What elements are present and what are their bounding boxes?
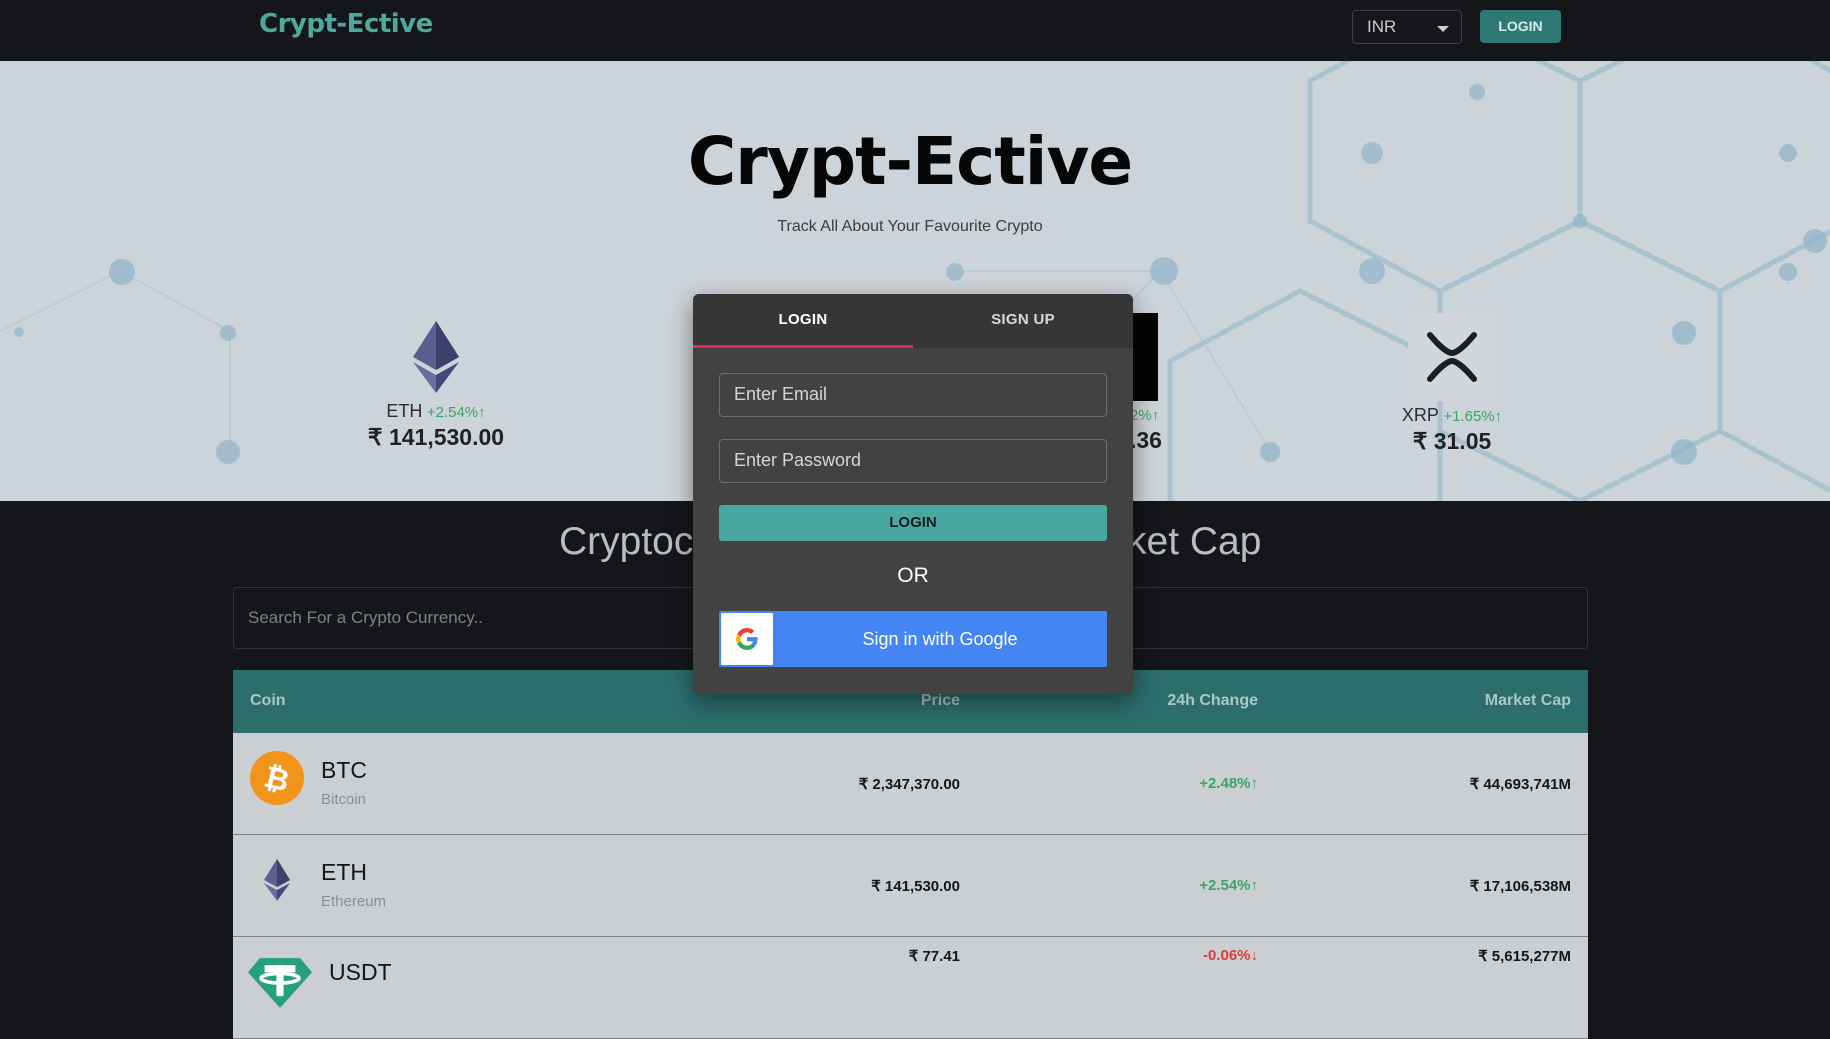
section-title-left: Cryptoc	[559, 520, 694, 563]
auth-modal: LOGIN SIGN UP Enter Email Enter Password…	[693, 294, 1133, 694]
arrow-down-icon: ↓	[1250, 947, 1259, 964]
google-signin-button[interactable]: Sign in with Google	[719, 611, 1107, 667]
tab-indicator	[693, 345, 913, 348]
arrow-up-icon: ↑	[1250, 877, 1259, 894]
coin-name: Bitcoin	[321, 791, 367, 808]
coin-change: -0.06%↓	[1202, 947, 1259, 964]
header-market-cap[interactable]: Market Cap	[1485, 692, 1571, 710]
carousel-item-xrp[interactable]: XRP +1.65%↑ ₹ 31.05	[1362, 313, 1542, 455]
table-row[interactable]: USDT ₹ 77.41 -0.06%↓ ₹ 5,615,277M	[233, 937, 1588, 1039]
currency-value: INR	[1367, 17, 1397, 36]
carousel-price: .36	[1130, 427, 1162, 453]
ethereum-icon	[413, 321, 459, 393]
auth-tabs: LOGIN SIGN UP	[693, 294, 1133, 348]
carousel-price: ₹ 31.05	[1412, 428, 1492, 454]
search-placeholder: Search For a Crypto Currency..	[248, 608, 483, 627]
tether-icon	[248, 958, 312, 1008]
carousel-change: 2%	[1130, 407, 1152, 424]
coin-symbol: BTC	[321, 757, 367, 783]
login-submit-button[interactable]: LOGIN	[719, 505, 1107, 541]
coin-price: ₹ 77.41	[908, 948, 960, 965]
coin-market-cap: ₹ 5,615,277M	[1478, 948, 1571, 965]
carousel-price: ₹ 141,530.00	[367, 424, 505, 450]
app-header: Crypt-Ective INR LOGIN	[0, 0, 1830, 61]
coin-name: Ethereum	[321, 893, 387, 910]
or-divider: OR	[897, 564, 929, 587]
tab-login[interactable]: LOGIN	[693, 294, 913, 348]
google-signin-label: Sign in with Google	[862, 629, 1018, 649]
arrow-up-icon: ↑	[1250, 775, 1259, 792]
carousel-symbol: XRP	[1401, 405, 1439, 425]
header-login-button[interactable]: LOGIN	[1480, 10, 1561, 43]
arrow-up-icon: ↑	[478, 404, 486, 421]
email-field[interactable]: Enter Email	[719, 373, 1107, 417]
coin-market-cap: ₹ 17,106,538M	[1469, 878, 1571, 895]
coin-change: +2.48%↑	[1199, 775, 1258, 792]
hero-title: Crypt-Ective	[687, 123, 1133, 200]
coin-symbol: USDT	[329, 959, 392, 985]
xrp-icon	[1408, 313, 1496, 401]
header-coin[interactable]: Coin	[250, 692, 286, 710]
coin-symbol: ETH	[321, 859, 367, 885]
carousel-change: +2.54%	[426, 404, 479, 421]
coin-price: ₹ 141,530.00	[871, 878, 960, 895]
carousel-symbol: ETH	[386, 401, 423, 421]
password-placeholder: Enter Password	[734, 450, 862, 470]
currency-select[interactable]: INR	[1352, 10, 1462, 44]
coins-table: Coin Price 24h Change Market Cap ₿ BTC B…	[233, 670, 1588, 1039]
section-title-right: ket Cap	[1127, 520, 1262, 563]
table-row[interactable]: ₿ BTC Bitcoin ₹ 2,347,370.00 +2.48%↑ ₹ 4…	[233, 733, 1588, 835]
ethereum-icon	[264, 859, 290, 901]
carousel-change: +1.65%	[1443, 408, 1495, 425]
bitcoin-icon: ₿	[250, 751, 304, 805]
coin-price: ₹ 2,347,370.00	[858, 776, 960, 793]
hero-subtitle: Track All About Your Favourite Crypto	[777, 218, 1043, 235]
arrow-up-icon: ↑	[1151, 407, 1160, 424]
email-placeholder: Enter Email	[734, 384, 828, 404]
google-g-icon	[721, 613, 773, 665]
header-24h-change[interactable]: 24h Change	[1167, 692, 1258, 710]
carousel-item-eth[interactable]: ETH +2.54%↑ ₹ 141,530.00	[346, 321, 526, 451]
header-price[interactable]: Price	[921, 692, 960, 710]
app-logo[interactable]: Crypt-Ective	[259, 9, 433, 39]
coin-change: +2.54%↑	[1199, 877, 1258, 894]
password-field[interactable]: Enter Password	[719, 439, 1107, 483]
tab-signup[interactable]: SIGN UP	[913, 294, 1133, 348]
chevron-down-icon	[1437, 26, 1449, 32]
arrow-up-icon: ↑	[1494, 408, 1503, 425]
coin-market-cap: ₹ 44,693,741M	[1469, 776, 1571, 793]
table-row[interactable]: ETH Ethereum ₹ 141,530.00 +2.54%↑ ₹ 17,1…	[233, 835, 1588, 937]
